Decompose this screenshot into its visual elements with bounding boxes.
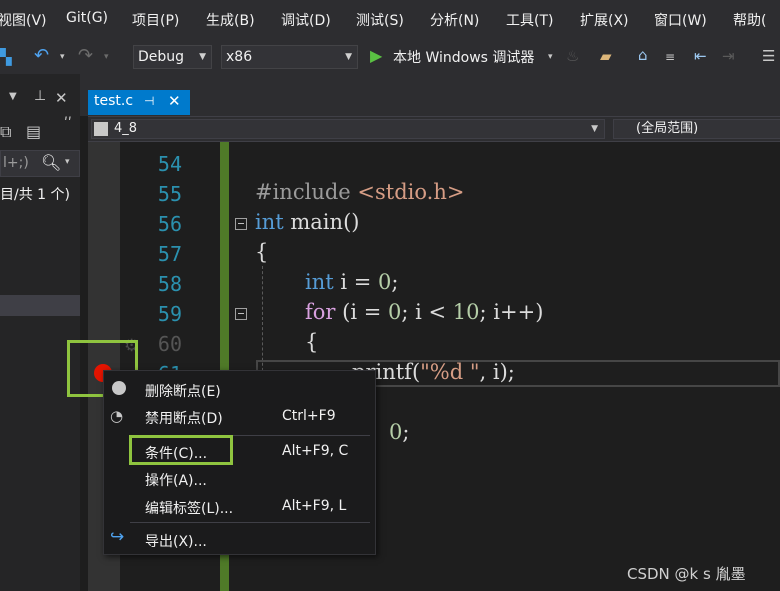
line-number: 58 — [157, 272, 182, 296]
menu-help[interactable]: 帮助( — [733, 10, 766, 30]
line-number: 55 — [157, 182, 182, 206]
comment-icon[interactable]: ☰ — [762, 47, 775, 65]
pin-icon[interactable]: ⊣ — [144, 94, 154, 108]
code-line-56: int main() — [255, 210, 360, 234]
line-number: 60 — [157, 332, 182, 356]
outdent-icon[interactable]: ⇥ — [722, 47, 735, 65]
menu-build[interactable]: 生成(B) — [206, 10, 255, 30]
collapse-toggle[interactable] — [235, 218, 247, 230]
toolbar: ▚ ↶ ▾ ↷ ▾ Debug ▼ x86 ▼ ▶ 本地 Windows 调试器… — [0, 40, 780, 74]
format-icon[interactable]: ≡ — [665, 48, 675, 66]
project-icon — [94, 122, 108, 136]
tab-label: test.c — [94, 93, 134, 109]
code-line-59: for (i = 0; i < 10; i++) — [305, 300, 544, 324]
pin-icon[interactable]: ⊥ — [34, 88, 46, 104]
code-line-60: { — [305, 330, 319, 354]
menu-item-edit-labels[interactable]: 编辑标签(L)... — [145, 498, 233, 518]
line-number: 59 — [157, 302, 182, 326]
global-scope-select[interactable]: (全局范围) — [613, 119, 780, 139]
menu-bar: 视图(V) Git(G) 项目(P) 生成(B) 调试(D) 测试(S) 分析(… — [0, 0, 780, 40]
close-icon[interactable]: ✕ — [168, 92, 181, 110]
more-icon[interactable]: ʹʹ — [64, 116, 72, 132]
menu-extensions[interactable]: 扩展(X) — [580, 10, 629, 30]
navigation-bar: 4_8 ▼ (全局范围) — [88, 116, 780, 142]
search-text: l+;) — [3, 155, 29, 171]
conditions-highlight-box — [129, 435, 233, 465]
chevron-down-icon[interactable]: ▾ — [65, 157, 70, 167]
tab-test-c[interactable]: test.c ⊣ ✕ — [88, 90, 190, 115]
redo-dropdown-icon[interactable]: ▾ — [104, 48, 109, 66]
menu-item-export[interactable]: 导出(X)... — [145, 531, 207, 551]
collapse-all-icon[interactable]: ⧉ — [0, 122, 11, 142]
menu-project[interactable]: 项目(P) — [132, 10, 179, 30]
hot-reload-icon[interactable]: ♨ — [566, 47, 579, 65]
menu-tools[interactable]: 工具(T) — [506, 10, 553, 30]
chevron-down-icon: ▼ — [591, 124, 598, 134]
menu-debug[interactable]: 调试(D) — [281, 10, 331, 30]
run-dropdown-icon[interactable]: ▾ — [548, 48, 553, 66]
code-line-57: { — [255, 240, 269, 264]
code-line-63: 0; — [389, 420, 410, 444]
menu-window[interactable]: 窗口(W) — [654, 10, 707, 30]
dropdown-icon[interactable]: ▼ — [9, 91, 17, 102]
platform-value: x86 — [226, 49, 253, 65]
menu-analyze[interactable]: 分析(N) — [430, 10, 479, 30]
shortcut-disable: Ctrl+F9 — [282, 408, 336, 424]
indent-icon[interactable]: ⇤ — [694, 47, 707, 65]
code-line-58: int i = 0; — [305, 270, 399, 294]
play-icon[interactable]: ▶ — [370, 47, 382, 65]
folder-icon[interactable]: ▰ — [600, 47, 612, 65]
collapse-toggle[interactable] — [235, 308, 247, 320]
platform-select[interactable]: x86 ▼ — [221, 45, 358, 69]
chevron-down-icon: ▼ — [199, 52, 206, 62]
watermark: CSDN @k s 胤墨 — [627, 565, 746, 583]
chevron-down-icon: ▼ — [345, 52, 352, 62]
undo-dropdown-icon[interactable]: ▾ — [60, 48, 65, 66]
undo-icon[interactable]: ↶ — [34, 47, 49, 65]
search-input[interactable]: l+;) 🔍︎ ▾ — [0, 150, 80, 177]
delete-breakpoint-icon — [112, 381, 126, 395]
menu-git[interactable]: Git(G) — [66, 10, 108, 26]
save-all-icon[interactable]: ▚ — [0, 48, 12, 66]
project-scope-value: 4_8 — [114, 121, 138, 136]
project-scope-select[interactable]: 4_8 ▼ — [91, 119, 605, 139]
menu-item-actions[interactable]: 操作(A)... — [145, 470, 207, 490]
menu-item-delete-breakpoint[interactable]: 删除断点(E) — [145, 381, 221, 401]
line-number: 54 — [157, 152, 182, 176]
window-icon[interactable]: ⌂ — [638, 46, 648, 64]
config-select[interactable]: Debug ▼ — [133, 45, 212, 69]
code-line-55: #include <stdio.h> — [255, 180, 465, 204]
shortcut-conditions: Alt+F9, C — [282, 443, 349, 459]
shortcut-edit-labels: Alt+F9, L — [282, 498, 347, 514]
menu-view[interactable]: 视图(V) — [0, 10, 47, 30]
search-icon[interactable]: 🔍︎ — [41, 153, 61, 172]
start-debugger-button[interactable]: 本地 Windows 调试器 — [393, 47, 534, 67]
menu-separator — [130, 522, 370, 523]
redo-icon[interactable]: ↷ — [78, 47, 93, 65]
line-number: 57 — [157, 242, 182, 266]
result-count: 目/共 1 个) — [0, 187, 70, 203]
config-value: Debug — [138, 49, 185, 65]
export-icon: ↪ — [110, 527, 125, 547]
menu-item-disable-breakpoint[interactable]: 禁用断点(D) — [145, 408, 223, 428]
tree-item-selected[interactable] — [0, 295, 80, 316]
menu-test[interactable]: 测试(S) — [356, 10, 404, 30]
code-line-61: printf("%d ", i); — [352, 360, 515, 384]
line-number: 56 — [157, 212, 182, 236]
close-icon[interactable]: ✕ — [55, 89, 68, 107]
properties-icon[interactable]: ▤ — [26, 122, 41, 141]
disable-breakpoint-icon: ◔ — [110, 407, 124, 425]
global-scope-value: (全局范围) — [636, 121, 699, 136]
